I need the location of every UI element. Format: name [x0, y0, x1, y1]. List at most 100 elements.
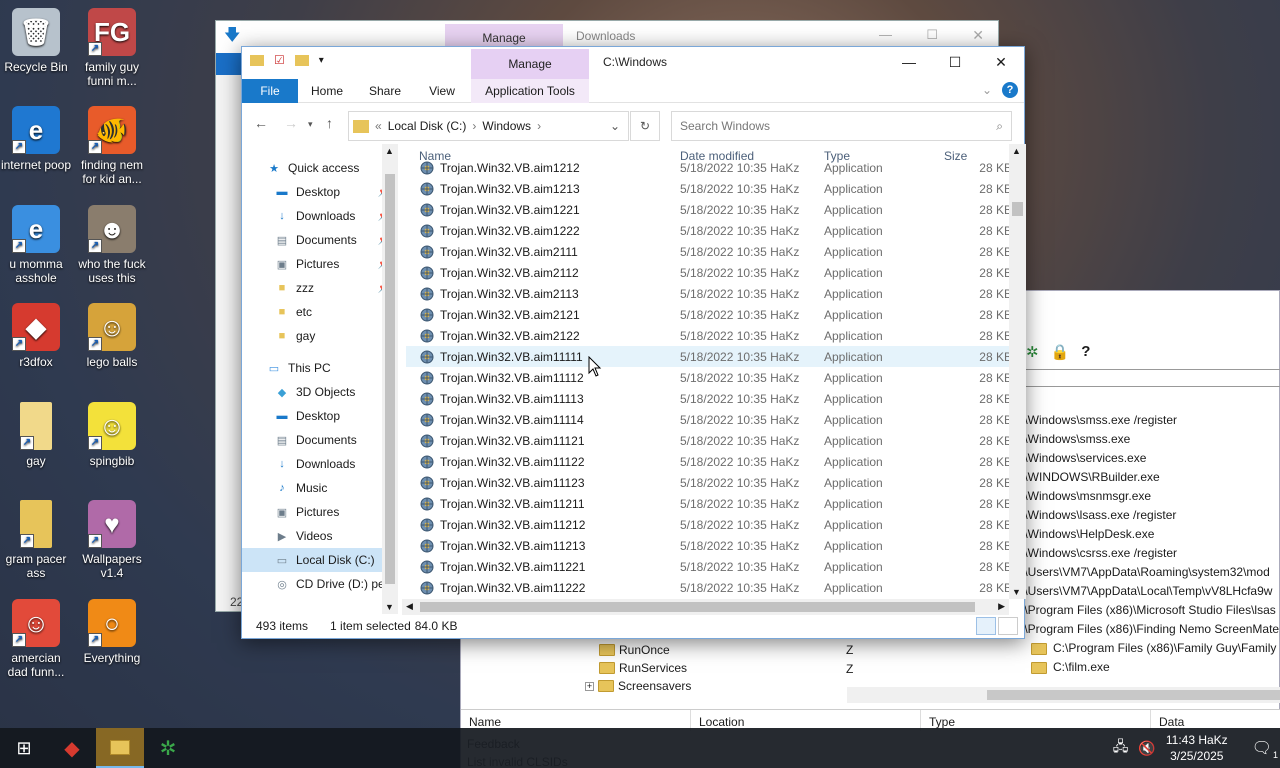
tab-share[interactable]: Share	[356, 79, 414, 103]
tab-view[interactable]: View	[414, 79, 470, 103]
desktop-icon[interactable]: e ↗ internet poop	[0, 106, 72, 172]
nav-item[interactable]: ▬Desktop📌	[242, 180, 398, 204]
desktop-icon[interactable]: ☻ ↗ who the fuck uses this	[76, 205, 148, 285]
large-icons-view-button[interactable]	[998, 617, 1018, 635]
clock[interactable]: 11:43 HaKz 3/25/2025	[1166, 732, 1228, 764]
nav-item[interactable]: ▤Documents📌	[242, 228, 398, 252]
file-list-scroll-thumb[interactable]	[1012, 202, 1023, 216]
registry-value[interactable]: :\Program Files (x86)\Microsoft Studio F…	[1021, 601, 1280, 620]
registry-value[interactable]: :\Windows\lsass.exe /register	[1021, 506, 1280, 525]
scroll-up-icon[interactable]: ▲	[385, 146, 394, 156]
scroll-right-icon[interactable]: ▶	[998, 601, 1005, 612]
breadcrumb-chevron-icon[interactable]: ›	[472, 119, 476, 133]
recent-dropdown-icon[interactable]: ▾	[308, 119, 313, 130]
file-list-hscroll[interactable]: ◀ ▶	[402, 599, 1009, 615]
details-view-button[interactable]	[976, 617, 996, 635]
registry-value[interactable]: :\Windows\smss.exe /register	[1021, 411, 1280, 430]
nav-item[interactable]: ■ etc	[242, 300, 398, 324]
hscroll-thumb[interactable]	[420, 602, 975, 612]
navigation-scrollbar[interactable]: ▲ ▼	[382, 144, 398, 614]
file-row[interactable]: Trojan.Win32.VB.aim11222 5/18/2022 10:35 …	[406, 577, 1026, 598]
up-arrow-icon[interactable]: ↑	[326, 115, 333, 131]
network-icon[interactable]: 🖧	[1113, 736, 1129, 760]
registry-value[interactable]: :\Users\VM7\AppData\Roaming\system32\mod	[1021, 563, 1280, 582]
file-row[interactable]: Trojan.Win32.VB.aim11112 5/18/2022 10:35 …	[406, 367, 1026, 388]
desktop-icon[interactable]: ◆ ↗ r3dfox	[0, 303, 72, 369]
taskbar-autoruns[interactable]: ✲	[144, 728, 192, 768]
new-folder-icon[interactable]	[294, 54, 309, 66]
minimize-button[interactable]: —	[886, 47, 932, 77]
tab-home[interactable]: Home	[298, 79, 356, 103]
nav-item[interactable]: ▣ Pictures	[242, 500, 398, 524]
address-bar[interactable]: « Local Disk (C:) › Windows › ⌄	[348, 111, 629, 141]
desktop-icon[interactable]: ☺ ↗ spingbib	[76, 402, 148, 468]
registry-value[interactable]: C:\Program Files (x86)\Family Guy\Family…	[1021, 639, 1280, 658]
file-row[interactable]: Trojan.Win32.VB.aim2111 5/18/2022 10:35 H…	[406, 241, 1026, 262]
start-button[interactable]: ⊞	[0, 728, 48, 768]
nav-item[interactable]: ▬ Desktop	[242, 404, 398, 428]
registry-value[interactable]: :\Windows\services.exe	[1021, 449, 1280, 468]
desktop-icon[interactable]: ↗ gram pacer ass	[0, 500, 72, 580]
volume-icon[interactable]: 🔇	[1138, 740, 1155, 757]
tab-application-tools[interactable]: Application Tools	[471, 79, 589, 103]
back-maximize-icon[interactable]: ☐	[926, 27, 938, 43]
help-icon[interactable]: ?	[1002, 82, 1018, 98]
nav-item[interactable]: ◎ CD Drive (D:) pe	[242, 572, 398, 596]
desktop-icon[interactable]: 🗑 Recycle Bin	[0, 8, 72, 74]
breadcrumb-local-disk[interactable]: Local Disk (C:)	[388, 119, 467, 133]
lock-icon[interactable]: 🔒	[1051, 343, 1070, 361]
help-icon[interactable]: ?	[1081, 343, 1090, 361]
file-row[interactable]: Trojan.Win32.VB.aim11123 5/18/2022 10:35 …	[406, 472, 1026, 493]
taskbar-r3dfox[interactable]: ◆	[48, 728, 96, 768]
desktop-icon[interactable]: ○ ↗ Everything	[76, 599, 148, 665]
nav-item[interactable]: ▤ Documents	[242, 428, 398, 452]
file-row[interactable]: Trojan.Win32.VB.aim2112 5/18/2022 10:35 H…	[406, 262, 1026, 283]
file-row[interactable]: Trojan.Win32.VB.aim2113 5/18/2022 10:35 H…	[406, 283, 1026, 304]
back-minimize-icon[interactable]: —	[879, 27, 892, 42]
desktop-icon[interactable]: ☺ ↗ amercian dad funn...	[0, 599, 72, 679]
nav-item[interactable]: ▭ This PC	[242, 356, 398, 380]
desktop-icon[interactable]: 🐠 ↗ finding nem for kid an...	[76, 106, 148, 186]
file-row[interactable]: Trojan.Win32.VB.aim11212 5/18/2022 10:35 …	[406, 514, 1026, 535]
file-row[interactable]: Trojan.Win32.VB.aim11114 5/18/2022 10:35 …	[406, 409, 1026, 430]
file-row[interactable]: Trojan.Win32.VB.aim11122 5/18/2022 10:35 …	[406, 451, 1026, 472]
file-row[interactable]: Trojan.Win32.VB.aim11213 5/18/2022 10:35 …	[406, 535, 1026, 556]
registry-value[interactable]: :\Windows\msnmsgr.exe	[1021, 487, 1280, 506]
expand-icon[interactable]: +	[585, 681, 594, 691]
close-button[interactable]: ✕	[978, 47, 1024, 77]
maximize-button[interactable]: ☐	[932, 47, 978, 77]
forward-arrow-icon[interactable]: →	[284, 115, 298, 131]
registry-tree-item[interactable]: RunOnce	[461, 641, 846, 659]
registry-tree-item[interactable]: + Screensavers	[461, 677, 846, 695]
file-row[interactable]: Trojan.Win32.VB.aim11111 5/18/2022 10:35 …	[406, 346, 1026, 367]
registry-value[interactable]: :\Windows\HelpDesk.exe	[1021, 525, 1280, 544]
refresh-button[interactable]: ↻	[630, 111, 660, 141]
desktop-icon[interactable]: ☺ ↗ lego balls	[76, 303, 148, 369]
registry-hscroll[interactable]	[847, 687, 1280, 703]
file-row[interactable]: Trojan.Win32.VB.aim2122 5/18/2022 10:35 H…	[406, 325, 1026, 346]
registry-value[interactable]: :\Program Files (x86)\Finding Nemo Scree…	[1021, 620, 1280, 639]
scroll-down-icon[interactable]: ▼	[1012, 587, 1021, 597]
tab-file[interactable]: File	[242, 79, 298, 103]
desktop-icon[interactable]: ↗ gay	[0, 402, 72, 468]
bug-icon[interactable]: ✲	[1026, 343, 1039, 361]
nav-item[interactable]: ★ Quick access	[242, 156, 398, 180]
nav-item[interactable]: ◆ 3D Objects	[242, 380, 398, 404]
registry-value[interactable]: :\Windows\csrss.exe /register	[1021, 544, 1280, 563]
nav-item[interactable]: ♪ Music	[242, 476, 398, 500]
breadcrumb-overflow-icon[interactable]: «	[375, 119, 382, 133]
back-arrow-icon[interactable]: ←	[254, 115, 268, 131]
navigation-scroll-thumb[interactable]	[385, 174, 395, 584]
registry-value[interactable]: :\WINDOWS\RBuilder.exe	[1021, 468, 1280, 487]
customize-dropdown-icon[interactable]: ▾	[319, 55, 324, 66]
nav-item[interactable]: ▣Pictures📌	[242, 252, 398, 276]
back-file-tab[interactable]	[216, 53, 244, 75]
manage-tab[interactable]: Manage	[471, 49, 589, 79]
breadcrumb-chevron-icon[interactable]: ›	[537, 119, 541, 133]
registry-tree-item[interactable]: RunServices	[461, 659, 846, 677]
properties-icon[interactable]: ☑	[274, 53, 285, 67]
registry-value[interactable]: C:\film.exe	[1021, 658, 1280, 677]
file-row[interactable]: Trojan.Win32.VB.aim11221 5/18/2022 10:35 …	[406, 556, 1026, 577]
address-dropdown-icon[interactable]: ⌄	[610, 119, 620, 133]
file-row[interactable]: Trojan.Win32.VB.aim1212 5/18/2022 10:35 H…	[406, 157, 1026, 178]
